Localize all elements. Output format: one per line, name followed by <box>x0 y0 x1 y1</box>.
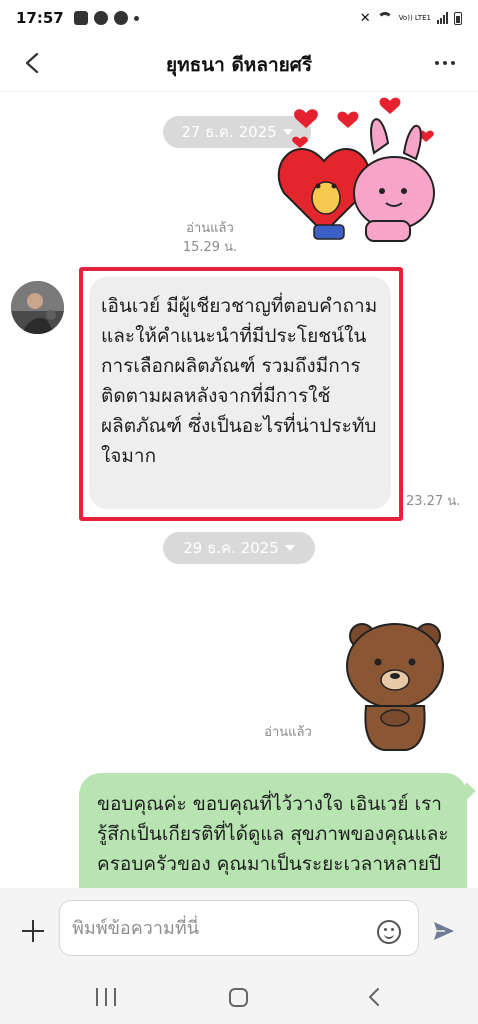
message-input-bar <box>0 888 478 972</box>
chat-header: ยุทธนา ดีหลายศรี <box>0 36 478 92</box>
more-dots-icon <box>435 61 439 65</box>
battery-icon <box>454 11 462 25</box>
more-notifications-dot-icon <box>133 15 139 21</box>
read-receipt: อ่านแล้ว <box>248 723 328 742</box>
send-icon <box>434 922 454 940</box>
back-arrow-icon <box>369 988 379 1006</box>
sticker-image <box>346 623 444 751</box>
gallery-notification-icon <box>73 11 88 25</box>
line-notification-icon <box>93 11 108 25</box>
system-navigation-bar <box>0 972 478 1024</box>
status-bar: 17:57 ✕ Vo)) LTE1 <box>0 0 478 36</box>
mute-icon: ✕ <box>359 10 371 26</box>
sender-avatar[interactable] <box>11 281 64 334</box>
more-options-button[interactable] <box>430 50 460 76</box>
system-icons: ✕ Vo)) LTE1 <box>360 11 462 26</box>
wifi-icon <box>376 12 393 24</box>
received-message-bubble[interactable]: เอินเวย์ มีผู้เชียวชาญที่ตอบคำถาม และให้… <box>89 277 391 509</box>
message-input[interactable] <box>59 900 419 956</box>
sticker-brown-bear[interactable] <box>340 618 450 753</box>
line-chat-notification-icon <box>113 11 128 25</box>
chat-messages[interactable]: 27 ธ.ค. 2025 อ่านแล้ว 15.29 น. เอินเวย์ … <box>0 93 478 888</box>
plus-icon[interactable] <box>20 918 46 944</box>
system-back-button[interactable] <box>366 987 382 1007</box>
sticker-heart-bunny[interactable] <box>274 93 444 253</box>
sent-message-bubble[interactable]: ขอบคุณค่ะ ขอบคุณที่ไว้วางใจ เอินเวย์ เรา… <box>79 773 467 888</box>
chevron-left-icon <box>25 52 39 74</box>
home-button[interactable] <box>229 988 248 1007</box>
chat-title: ยุทธนา ดีหลายศรี <box>165 54 313 76</box>
date-separator[interactable]: 29 ธ.ค. 2025 <box>163 532 315 564</box>
sticker-image <box>277 97 435 242</box>
volte-indicator: Vo)) LTE1 <box>398 14 431 22</box>
message-time: 23.27 น. <box>406 494 461 509</box>
signal-icon <box>437 12 448 24</box>
emoji-icon[interactable] <box>377 920 401 944</box>
status-time: 17:57 <box>16 9 64 27</box>
recent-apps-button[interactable] <box>96 988 116 1006</box>
send-button[interactable] <box>431 918 457 944</box>
read-label: อ่านแล้ว <box>264 725 312 740</box>
notification-icons <box>73 11 139 25</box>
date-label: 29 ธ.ค. 2025 <box>183 539 279 557</box>
chevron-down-icon <box>284 545 295 551</box>
date-label: 27 ธ.ค. 2025 <box>181 123 277 141</box>
back-button[interactable] <box>18 48 48 78</box>
read-receipt: อ่านแล้ว 15.29 น. <box>170 219 250 257</box>
avatar-photo <box>11 281 64 334</box>
message-time: 15.29 น. <box>182 240 238 255</box>
read-label: อ่านแล้ว <box>186 221 234 236</box>
